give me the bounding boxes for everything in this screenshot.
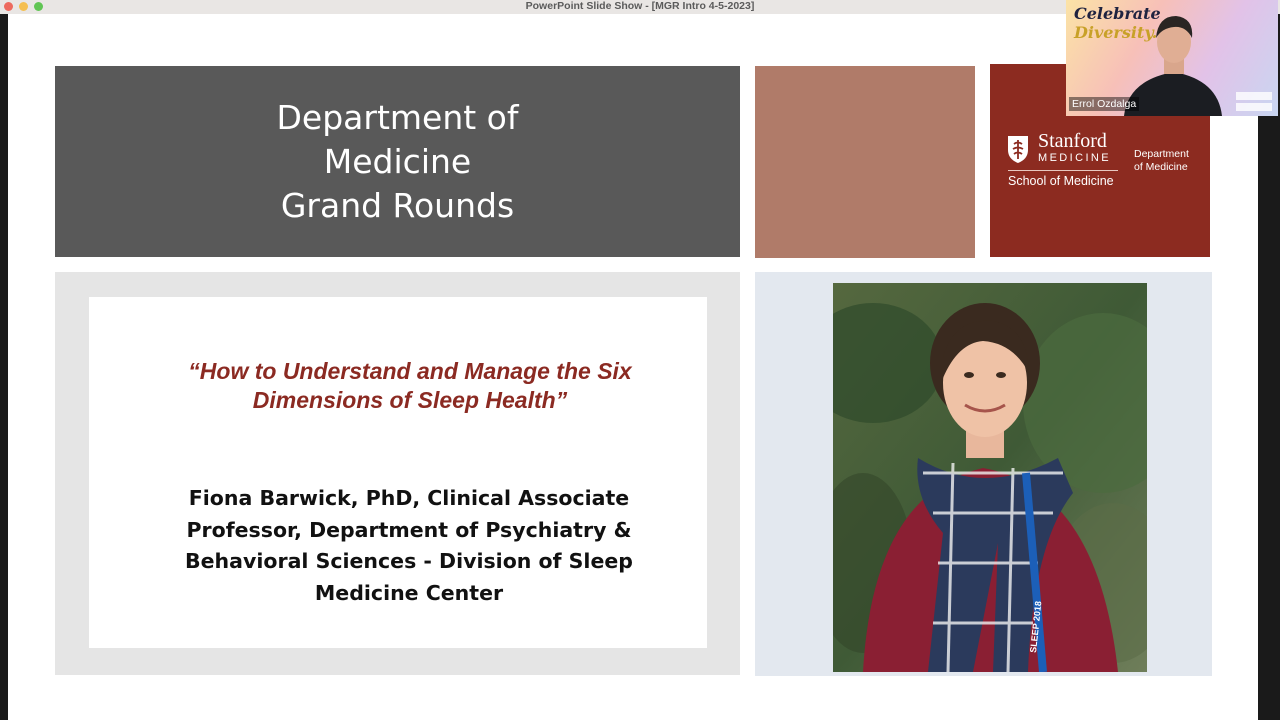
talk-title: “How to Understand and Manage the Six Di… [188, 358, 632, 413]
window-edge [1258, 116, 1280, 720]
speaker-bio: Fiona Barwick, PhD, Clinical Associate P… [185, 486, 633, 605]
school-of-medicine-label: School of Medicine [1008, 174, 1114, 188]
decorative-tan-block [755, 66, 975, 258]
slide-title: Department of Medicine Grand Rounds [276, 97, 519, 225]
stanford-wordmark: Stanford [1038, 130, 1107, 152]
stanford-shield-icon [1008, 136, 1028, 163]
department-label: Department of Medicine [1134, 148, 1189, 173]
slide-title-box: Department of Medicine Grand Rounds [55, 66, 740, 257]
logo-divider [1008, 170, 1118, 171]
webcam-overlay[interactable]: Celebrate Diversity. Errol Ozdalga [1066, 0, 1278, 116]
speaker-portrait-image: SLEEP 2018 [833, 283, 1147, 672]
medicine-wordmark: MEDICINE [1038, 152, 1111, 164]
participant-name-tag: Errol Ozdalga [1069, 97, 1140, 111]
speaker-photo: SLEEP 2018 [833, 283, 1147, 672]
